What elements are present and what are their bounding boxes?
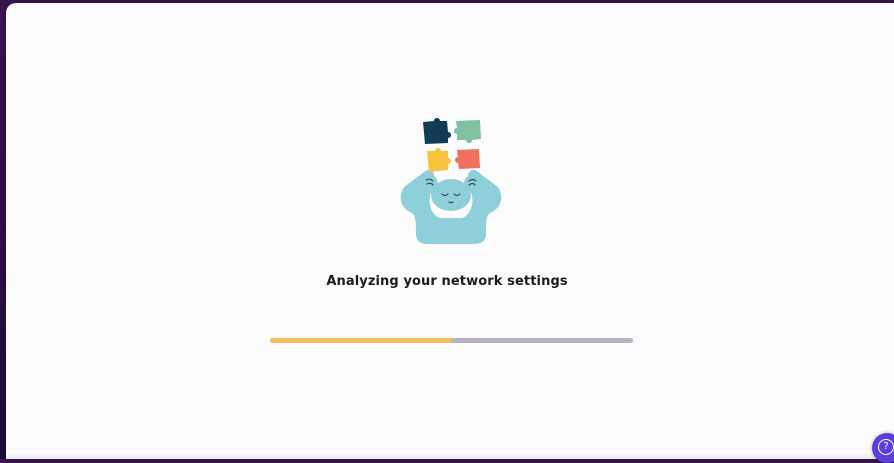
left-hand (422, 175, 438, 193)
panel-bottom-shadow (6, 453, 894, 459)
progress-bar (270, 338, 633, 343)
question-mark-icon: ? (878, 439, 894, 455)
status-title: Analyzing your network settings (326, 274, 568, 289)
puzzle-piece-navy (423, 118, 451, 144)
puzzle-piece-green (454, 120, 481, 143)
puzzle-piece-yellow (427, 148, 451, 172)
puzzle-piece-coral (455, 149, 480, 169)
thinking-person-puzzle-icon (400, 118, 502, 244)
progress-bar-fill (270, 338, 452, 343)
